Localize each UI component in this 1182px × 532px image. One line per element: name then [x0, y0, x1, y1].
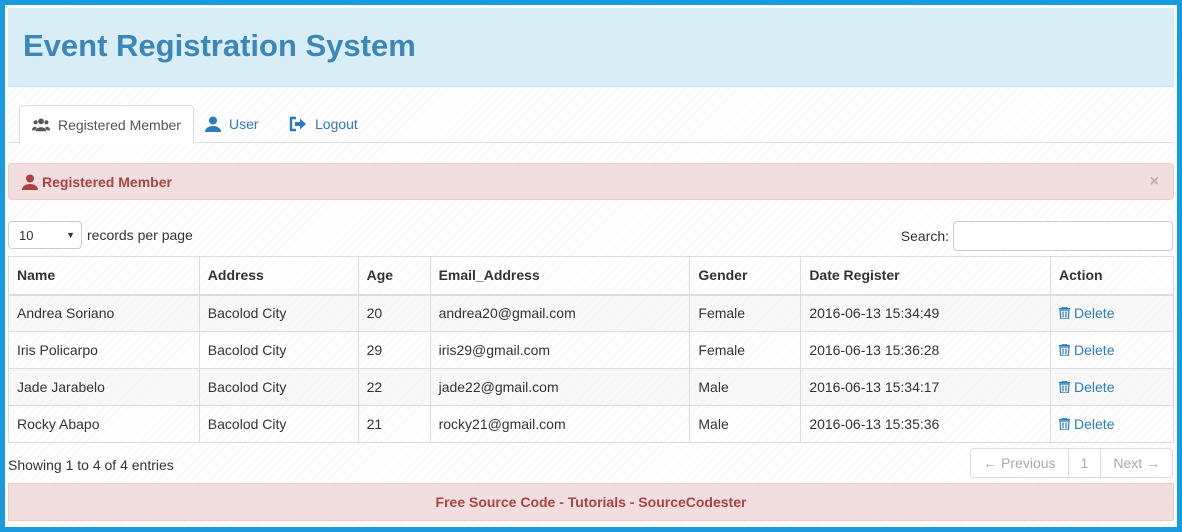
delete-label: Delete [1074, 378, 1115, 395]
cell-date: 2016-06-13 15:35:36 [800, 405, 1052, 443]
cell-action: Delete [1050, 368, 1174, 406]
cell-address: Bacolod City [198, 405, 359, 443]
search-label: Search: [900, 228, 949, 244]
delete-label: Delete [1074, 415, 1115, 432]
footer: Free Source Code - Tutorials - SourceCod… [8, 483, 1174, 521]
tab-user[interactable]: User [193, 105, 271, 143]
search-input[interactable] [953, 221, 1173, 251]
close-icon[interactable]: × [1150, 173, 1159, 191]
cell-action: Delete [1050, 331, 1174, 369]
app-frame: Event Registration System Registered Mem… [5, 5, 1177, 527]
cell-age: 22 [357, 368, 431, 406]
column-header[interactable]: Date Register [800, 256, 1052, 296]
section-alert: Registered Member × [8, 163, 1174, 200]
users-icon [32, 118, 50, 131]
delete-button[interactable]: Delete [1059, 416, 1114, 432]
page-length-value: 10 [19, 227, 34, 243]
search-box: Search: [901, 221, 1173, 251]
table-row: Jade Jarabelo Bacolod City 22 jade22@gma… [8, 368, 1174, 406]
cell-date: 2016-06-13 15:34:17 [800, 368, 1052, 406]
column-header: Action [1050, 256, 1174, 296]
cell-date: 2016-06-13 15:34:49 [800, 294, 1052, 332]
tab-label: Logout [315, 116, 358, 132]
delete-label: Delete [1074, 304, 1115, 321]
page-length-select[interactable]: 10 ▼ [8, 221, 82, 249]
tab-label: Registered Member [58, 116, 181, 133]
cell-date: 2016-06-13 15:36:28 [800, 331, 1052, 369]
previous-button[interactable]: ← Previous [970, 448, 1069, 478]
cell-gender: Male [689, 405, 802, 443]
page-button[interactable]: 1 [1067, 448, 1102, 478]
delete-label: Delete [1074, 341, 1115, 358]
tab-label: User [229, 116, 259, 132]
alert-title: Registered Member [42, 173, 172, 190]
cell-address: Bacolod City [198, 294, 359, 332]
nav-tabs: Registered Member User Logout [8, 105, 1174, 144]
cell-email: rocky21@gmail.com [429, 405, 691, 443]
table-row: Rocky Abapo Bacolod City 21 rocky21@gmai… [8, 405, 1174, 443]
records-per-page: 10 ▼ records per page [8, 221, 193, 249]
trash-icon [1059, 417, 1071, 430]
cell-age: 29 [357, 331, 431, 369]
footer-text: Free Source Code - Tutorials - SourceCod… [435, 494, 747, 510]
column-header[interactable]: Name [8, 256, 200, 296]
page-length-label: records per page [87, 227, 193, 243]
table-info: Showing 1 to 4 of 4 entries [8, 457, 174, 473]
user-icon [205, 116, 221, 132]
cell-address: Bacolod City [198, 368, 359, 406]
table-row: Andrea Soriano Bacolod City 20 andrea20@… [8, 294, 1174, 332]
members-table: Name Address Age Email_Address Gender Da… [8, 256, 1174, 443]
cell-name: Jade Jarabelo [8, 368, 200, 406]
delete-button[interactable]: Delete [1059, 342, 1114, 358]
column-header[interactable]: Address [198, 256, 359, 296]
delete-button[interactable]: Delete [1059, 379, 1114, 395]
user-icon [22, 174, 38, 190]
cell-email: jade22@gmail.com [429, 368, 691, 406]
cell-age: 21 [357, 405, 431, 443]
trash-icon [1059, 343, 1071, 356]
cell-email: iris29@gmail.com [429, 331, 691, 369]
cell-name: Andrea Soriano [8, 294, 200, 332]
page-header: Event Registration System [8, 8, 1174, 87]
table-row: Iris Policarpo Bacolod City 29 iris29@gm… [8, 331, 1174, 369]
table-header-row: Name Address Age Email_Address Gender Da… [8, 256, 1174, 296]
cell-gender: Female [689, 294, 802, 332]
column-header[interactable]: Age [357, 256, 431, 296]
caret-down-icon: ▼ [66, 230, 75, 240]
next-button[interactable]: Next → [1100, 448, 1173, 478]
cell-address: Bacolod City [198, 331, 359, 369]
cell-name: Rocky Abapo [8, 405, 200, 443]
tab-registered-member[interactable]: Registered Member [19, 105, 194, 144]
cell-email: andrea20@gmail.com [429, 294, 691, 332]
cell-action: Delete [1050, 294, 1174, 332]
cell-action: Delete [1050, 405, 1174, 443]
cell-gender: Female [689, 331, 802, 369]
page-title: Event Registration System [23, 28, 416, 63]
logout-icon [289, 116, 306, 132]
column-header[interactable]: Gender [689, 256, 802, 296]
trash-icon [1059, 380, 1071, 393]
column-header[interactable]: Email_Address [429, 256, 691, 296]
trash-icon [1059, 306, 1071, 319]
tab-logout[interactable]: Logout [277, 105, 370, 143]
cell-age: 20 [357, 294, 431, 332]
delete-button[interactable]: Delete [1059, 305, 1114, 321]
cell-name: Iris Policarpo [8, 331, 200, 369]
pagination: ← Previous 1 Next → [970, 448, 1173, 478]
cell-gender: Male [689, 368, 802, 406]
